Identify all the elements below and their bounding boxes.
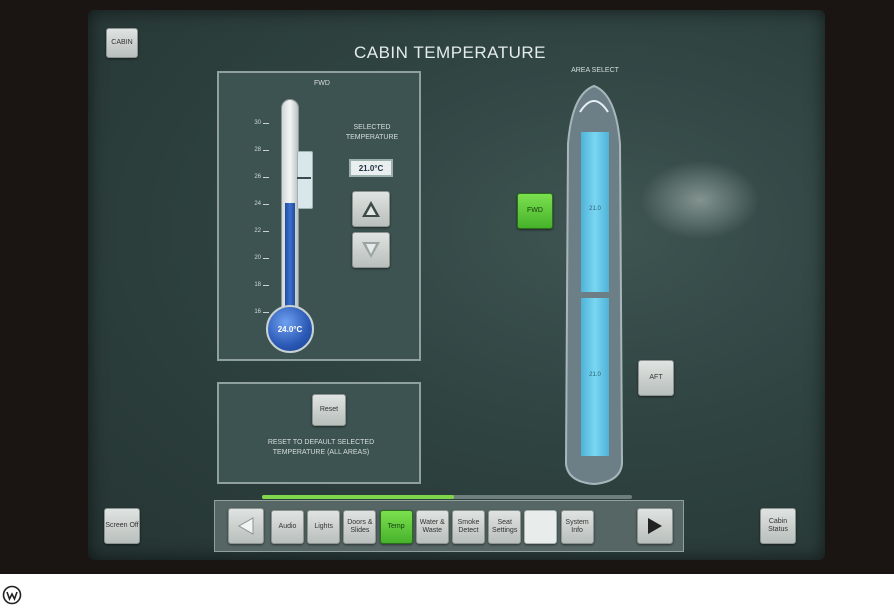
scale-tick-label: 24 bbox=[254, 201, 261, 207]
scale-tick-label: 22 bbox=[254, 228, 261, 234]
selected-temp-marker bbox=[297, 151, 313, 209]
scale-tick-label: 28 bbox=[254, 147, 261, 153]
nav-item-temp[interactable]: Temp bbox=[379, 510, 413, 544]
scale-tick-label: 26 bbox=[254, 174, 261, 180]
nav-item-audio[interactable]: Audio bbox=[271, 510, 304, 544]
cabin-button[interactable]: CABIN bbox=[106, 28, 138, 58]
page-progress-fill bbox=[262, 495, 455, 499]
zone-label: FWD bbox=[314, 80, 330, 87]
selected-temp-value: 21.0°C bbox=[358, 163, 384, 173]
page-title: CABIN TEMPERATURE bbox=[353, 43, 547, 62]
screen-off-button[interactable]: Screen Off bbox=[104, 508, 140, 544]
arrow-right-icon bbox=[648, 518, 662, 534]
scale-tick-line bbox=[263, 177, 269, 178]
scale-tick-line bbox=[263, 285, 269, 286]
area-aft-button[interactable]: AFT bbox=[638, 360, 674, 396]
nav-item-water-waste[interactable]: Water & Waste bbox=[415, 510, 449, 544]
scale-tick-label: 30 bbox=[254, 120, 261, 126]
scale-tick-line bbox=[263, 312, 269, 313]
zone-temperature-panel: FWD 30 28 26 24 22 20 18 16 24.0°C SELECTED TEM… bbox=[217, 71, 421, 361]
nav-item-smoke-detect[interactable]: Smoke Detect bbox=[452, 510, 485, 544]
nav-item-lights[interactable]: Lights bbox=[307, 510, 341, 544]
selected-temp-label: SELECTED TEMPERATURE bbox=[345, 124, 399, 141]
arrow-left-icon bbox=[237, 517, 254, 535]
scale-tick-label: 18 bbox=[254, 282, 261, 288]
nav-item-seat-settings[interactable]: Seat Settings bbox=[488, 510, 522, 544]
reset-description: RESET TO DEFAULT SELECTED TEMPERATURE (A… bbox=[267, 439, 375, 456]
thermometer-bulb: 24.0°C bbox=[266, 305, 314, 353]
scale-tick-line bbox=[263, 258, 269, 259]
temp-down-button[interactable] bbox=[352, 232, 390, 268]
page-progress-bar bbox=[262, 495, 632, 499]
area-fwd-button[interactable]: FWD bbox=[517, 193, 553, 229]
display-screen bbox=[88, 10, 825, 560]
nav-prev-button[interactable] bbox=[228, 508, 264, 544]
scale-tick-line bbox=[263, 231, 269, 232]
scale-tick-line bbox=[263, 123, 269, 124]
scale-tick-label: 20 bbox=[254, 255, 261, 261]
triangle-down-icon bbox=[362, 242, 380, 258]
device-bezel bbox=[0, 0, 894, 574]
scale-tick-label: 16 bbox=[254, 309, 261, 315]
wikimedia-logo-icon bbox=[2, 585, 22, 605]
selected-temp-display: 21.0°C bbox=[349, 159, 393, 177]
thermometer-tube bbox=[281, 99, 299, 324]
scale-tick-line bbox=[263, 204, 269, 205]
temp-up-button[interactable] bbox=[352, 191, 390, 227]
triangle-up-icon bbox=[362, 201, 380, 217]
fwd-zone-temp: 21.0 bbox=[589, 206, 601, 212]
reset-button[interactable]: Reset bbox=[312, 394, 346, 426]
cabin-status-button[interactable]: Cabin Status bbox=[760, 508, 796, 544]
aft-zone-temp: 21.0 bbox=[589, 372, 601, 378]
cabin-zone-aft[interactable]: 21.0 bbox=[581, 298, 609, 456]
nav-item-system-info[interactable]: System Info bbox=[560, 510, 594, 544]
nav-next-button[interactable] bbox=[637, 508, 673, 544]
reset-panel: Reset RESET TO DEFAULT SELECTED TEMPERAT… bbox=[217, 382, 421, 484]
nav-item-doors-slides[interactable]: Doors & Slides bbox=[343, 510, 377, 544]
current-temp-value: 24.0°C bbox=[277, 324, 303, 334]
cabin-zone-fwd[interactable]: 21.0 bbox=[581, 132, 609, 292]
area-select-label: AREA SELECT bbox=[571, 67, 619, 74]
scale-tick-line bbox=[263, 150, 269, 151]
selected-temp-line bbox=[297, 177, 311, 179]
nav-item-blank[interactable] bbox=[524, 510, 558, 544]
